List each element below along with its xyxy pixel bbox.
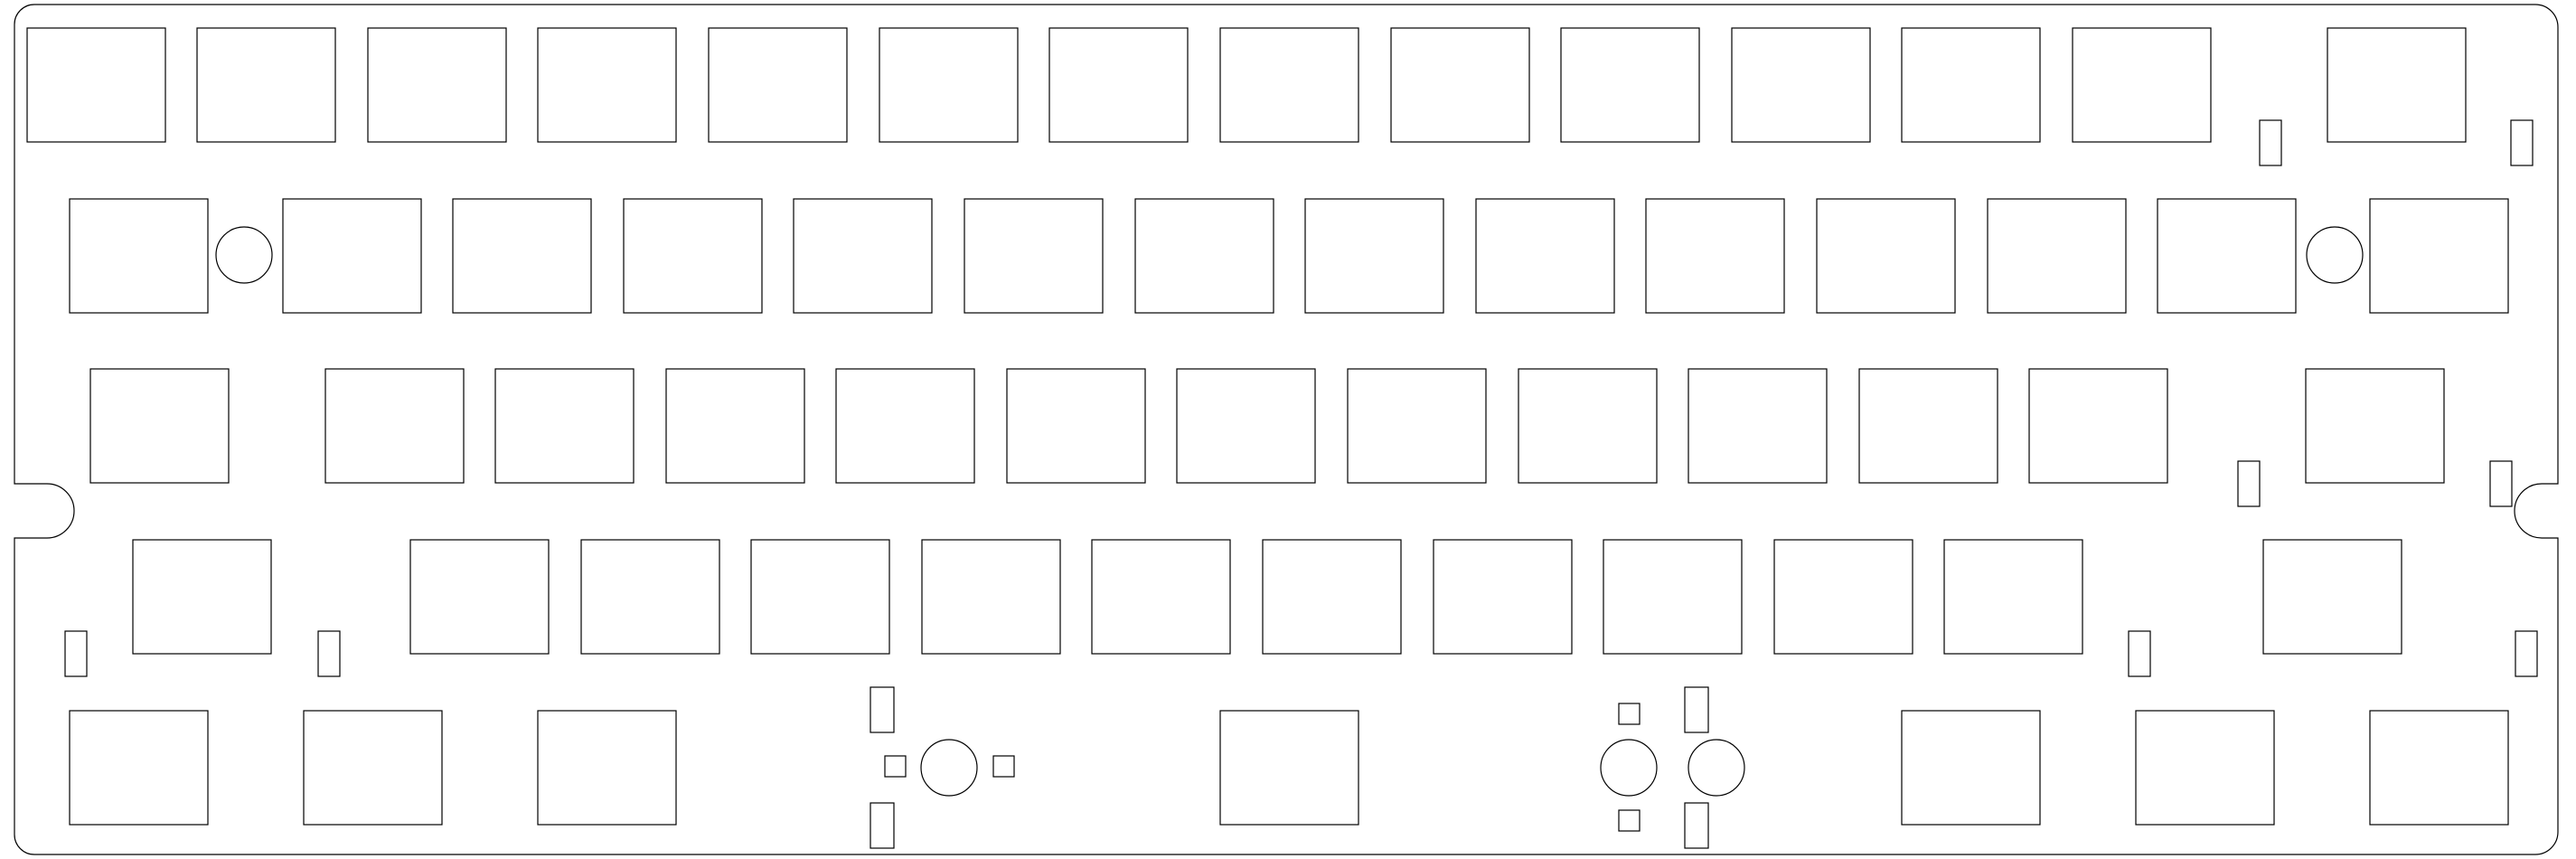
key-cutout-r3-8 — [1347, 368, 1487, 484]
key-cutout-r2-2 — [282, 198, 422, 314]
stabilizer-cutout-4 — [2489, 460, 2513, 507]
key-cutout-r5-3 — [537, 710, 677, 826]
keyboard-plate-drawing — [14, 4, 2559, 855]
key-cutout-r1-14 — [2327, 27, 2467, 143]
key-cutout-r3-7 — [1176, 368, 1316, 484]
mounting-hole-2 — [2306, 226, 2364, 284]
key-cutout-r2-4 — [623, 198, 763, 314]
key-cutout-r3-6 — [1006, 368, 1146, 484]
key-cutout-r1-7 — [1048, 27, 1189, 143]
key-cutout-r4-12 — [2262, 539, 2402, 655]
stabilizer-cutout-13 — [884, 755, 907, 778]
key-cutout-r2-13 — [2157, 198, 2297, 314]
key-cutout-r5-5 — [1901, 710, 2041, 826]
key-cutout-r2-8 — [1304, 198, 1444, 314]
key-cutout-r1-3 — [367, 27, 507, 143]
key-cutout-r4-2 — [409, 539, 550, 655]
stabilizer-cutout-6 — [317, 630, 341, 677]
key-cutout-r5-4 — [1219, 710, 1359, 826]
key-cutout-r4-4 — [750, 539, 890, 655]
stabilizer-cutouts — [64, 119, 2538, 849]
key-cutout-r3-10 — [1688, 368, 1828, 484]
key-cutout-r1-12 — [1901, 27, 2041, 143]
key-cutout-r3-3 — [494, 368, 635, 484]
key-cutout-r3-4 — [665, 368, 805, 484]
key-cutout-r3-12 — [2028, 368, 2168, 484]
key-cutout-r5-7 — [2369, 710, 2509, 826]
plate-outline — [14, 4, 2559, 855]
mounting-hole-1 — [215, 226, 273, 284]
key-cutout-r2-10 — [1645, 198, 1785, 314]
key-cutout-r4-6 — [1091, 539, 1231, 655]
key-cutout-r1-8 — [1219, 27, 1359, 143]
key-cutout-r3-2 — [324, 368, 465, 484]
key-cutout-r5-6 — [2135, 710, 2275, 826]
key-cutout-r4-11 — [1943, 539, 2083, 655]
key-cutout-r1-5 — [708, 27, 848, 143]
stabilizer-cutout-14 — [992, 755, 1015, 778]
key-cutouts — [26, 27, 2509, 826]
key-cutout-r4-1 — [132, 539, 272, 655]
key-cutout-r1-2 — [196, 27, 336, 143]
key-cutout-r4-7 — [1262, 539, 1402, 655]
key-cutout-r3-13 — [2305, 368, 2445, 484]
stabilizer-cutout-16 — [1618, 809, 1641, 832]
key-cutout-r4-10 — [1773, 539, 1913, 655]
key-cutout-r4-8 — [1433, 539, 1573, 655]
key-cutout-r4-5 — [921, 539, 1061, 655]
stabilizer-cutout-1 — [2259, 119, 2282, 166]
key-cutout-r2-9 — [1475, 198, 1615, 314]
stabilizer-cutout-2 — [2510, 119, 2534, 166]
stabilizer-cutout-10 — [870, 802, 895, 849]
key-cutout-r2-12 — [1987, 198, 2127, 314]
key-cutout-r1-10 — [1560, 27, 1700, 143]
mounting-hole-4 — [1600, 739, 1658, 797]
stabilizer-cutout-7 — [2128, 630, 2151, 677]
stabilizer-cutout-12 — [1684, 802, 1709, 849]
mounting-hole-3 — [920, 739, 978, 797]
key-cutout-r2-14 — [2369, 198, 2509, 314]
key-cutout-r3-1 — [89, 368, 230, 484]
key-cutout-r2-5 — [793, 198, 933, 314]
stabilizer-cutout-11 — [1684, 686, 1709, 733]
key-cutout-r2-6 — [964, 198, 1104, 314]
key-cutout-r2-7 — [1134, 198, 1274, 314]
key-cutout-r2-11 — [1816, 198, 1956, 314]
mounting-hole-5 — [1688, 739, 1745, 797]
stabilizer-cutout-3 — [2237, 460, 2261, 507]
stabilizer-cutout-15 — [1618, 703, 1641, 725]
key-cutout-r5-1 — [69, 710, 209, 826]
key-cutout-r1-13 — [2072, 27, 2212, 143]
key-cutout-r3-5 — [835, 368, 975, 484]
key-cutout-r1-1 — [26, 27, 166, 143]
key-cutout-r5-2 — [303, 710, 443, 826]
key-cutout-r4-9 — [1603, 539, 1743, 655]
key-cutout-r2-3 — [452, 198, 592, 314]
key-cutout-r1-11 — [1731, 27, 1871, 143]
key-cutout-r1-4 — [537, 27, 677, 143]
key-cutout-r2-1 — [69, 198, 209, 314]
stabilizer-cutout-9 — [870, 686, 895, 733]
key-cutout-r3-9 — [1518, 368, 1658, 484]
key-cutout-r3-11 — [1858, 368, 1998, 484]
key-cutout-r1-6 — [879, 27, 1019, 143]
stabilizer-cutout-8 — [2515, 630, 2538, 677]
key-cutout-r4-3 — [580, 539, 720, 655]
key-cutout-r1-9 — [1390, 27, 1530, 143]
stabilizer-cutout-5 — [64, 630, 88, 677]
